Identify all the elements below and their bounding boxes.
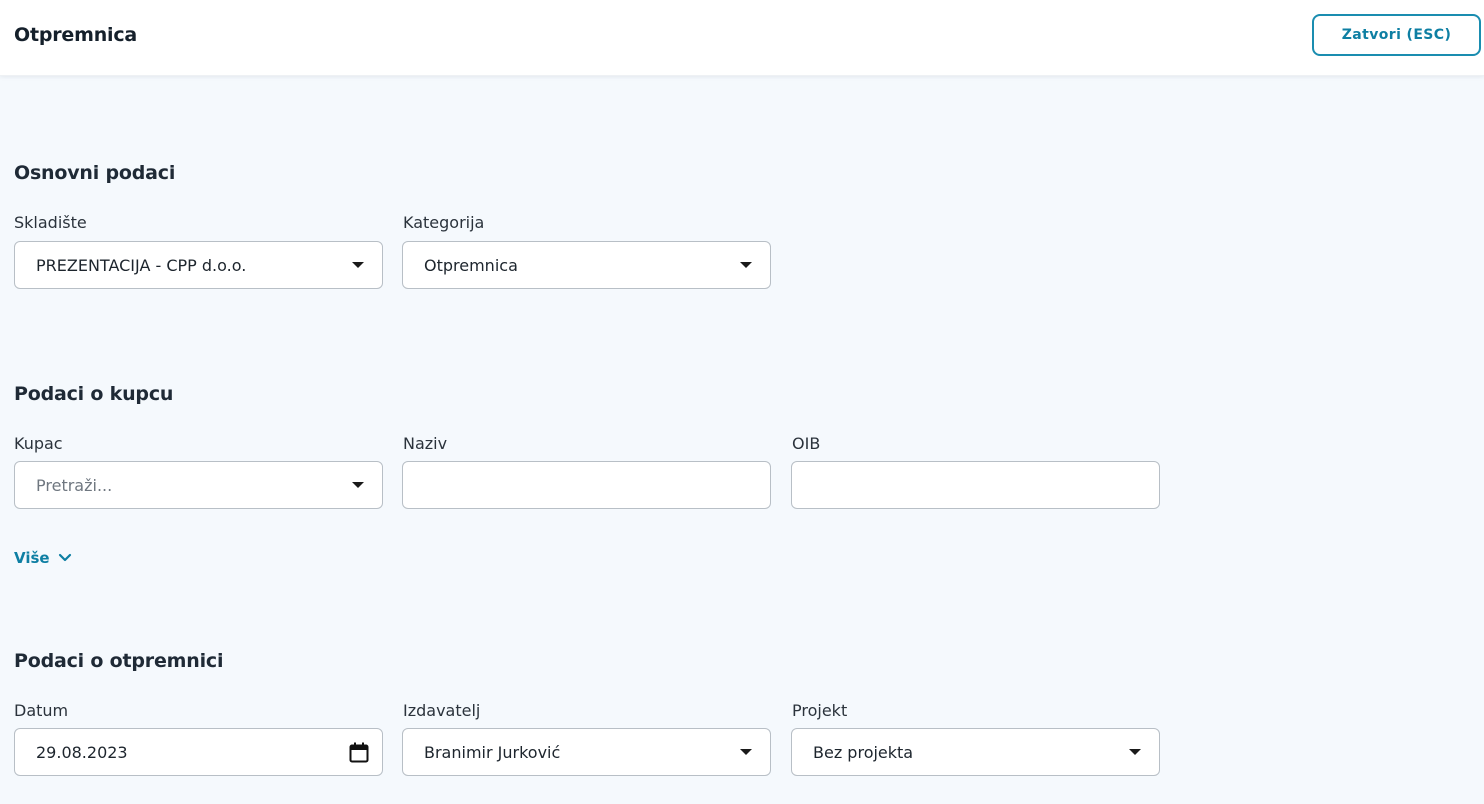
caret-down-icon [740, 262, 752, 268]
section-title-customer: Podaci o kupcu [14, 383, 174, 405]
date-value: 29.08.2023 [36, 742, 128, 762]
issuer-select[interactable]: Branimir Jurković [402, 728, 771, 776]
top-bar: Otpremnica Zatvori (ESC) [0, 0, 1484, 76]
customer-placeholder: Pretraži... [36, 475, 113, 495]
category-label: Kategorija [403, 213, 485, 232]
category-select[interactable]: Otpremnica [402, 241, 771, 289]
warehouse-label: Skladište [14, 213, 87, 232]
caret-down-icon [352, 262, 364, 268]
caret-down-icon [352, 482, 364, 488]
issuer-value: Branimir Jurković [424, 742, 561, 762]
more-toggle[interactable]: Više [14, 549, 72, 567]
date-input[interactable]: 29.08.2023 [14, 728, 383, 776]
customer-search-select[interactable]: Pretraži... [14, 461, 383, 509]
name-input[interactable] [402, 461, 771, 509]
customer-label: Kupac [14, 434, 63, 453]
name-label: Naziv [403, 434, 448, 453]
close-button[interactable]: Zatvori (ESC) [1312, 14, 1481, 56]
caret-down-icon [740, 749, 752, 755]
page-title: Otpremnica [14, 24, 138, 46]
issuer-label: Izdavatelj [403, 701, 481, 720]
date-label: Datum [14, 701, 69, 720]
oib-input[interactable] [791, 461, 1160, 509]
calendar-icon[interactable] [349, 742, 369, 763]
section-title-basic: Osnovni podaci [14, 162, 176, 184]
more-label: Više [14, 549, 50, 567]
project-select[interactable]: Bez projekta [791, 728, 1160, 776]
oib-label: OIB [792, 434, 821, 453]
project-label: Projekt [792, 701, 848, 720]
warehouse-value: PREZENTACIJA - CPP d.o.o. [36, 255, 247, 275]
category-value: Otpremnica [424, 255, 518, 275]
caret-down-icon [1129, 749, 1141, 755]
section-title-delivery: Podaci o otpremnici [14, 650, 224, 672]
warehouse-select[interactable]: PREZENTACIJA - CPP d.o.o. [14, 241, 383, 289]
project-value: Bez projekta [813, 742, 914, 762]
chevron-down-icon [58, 553, 71, 562]
